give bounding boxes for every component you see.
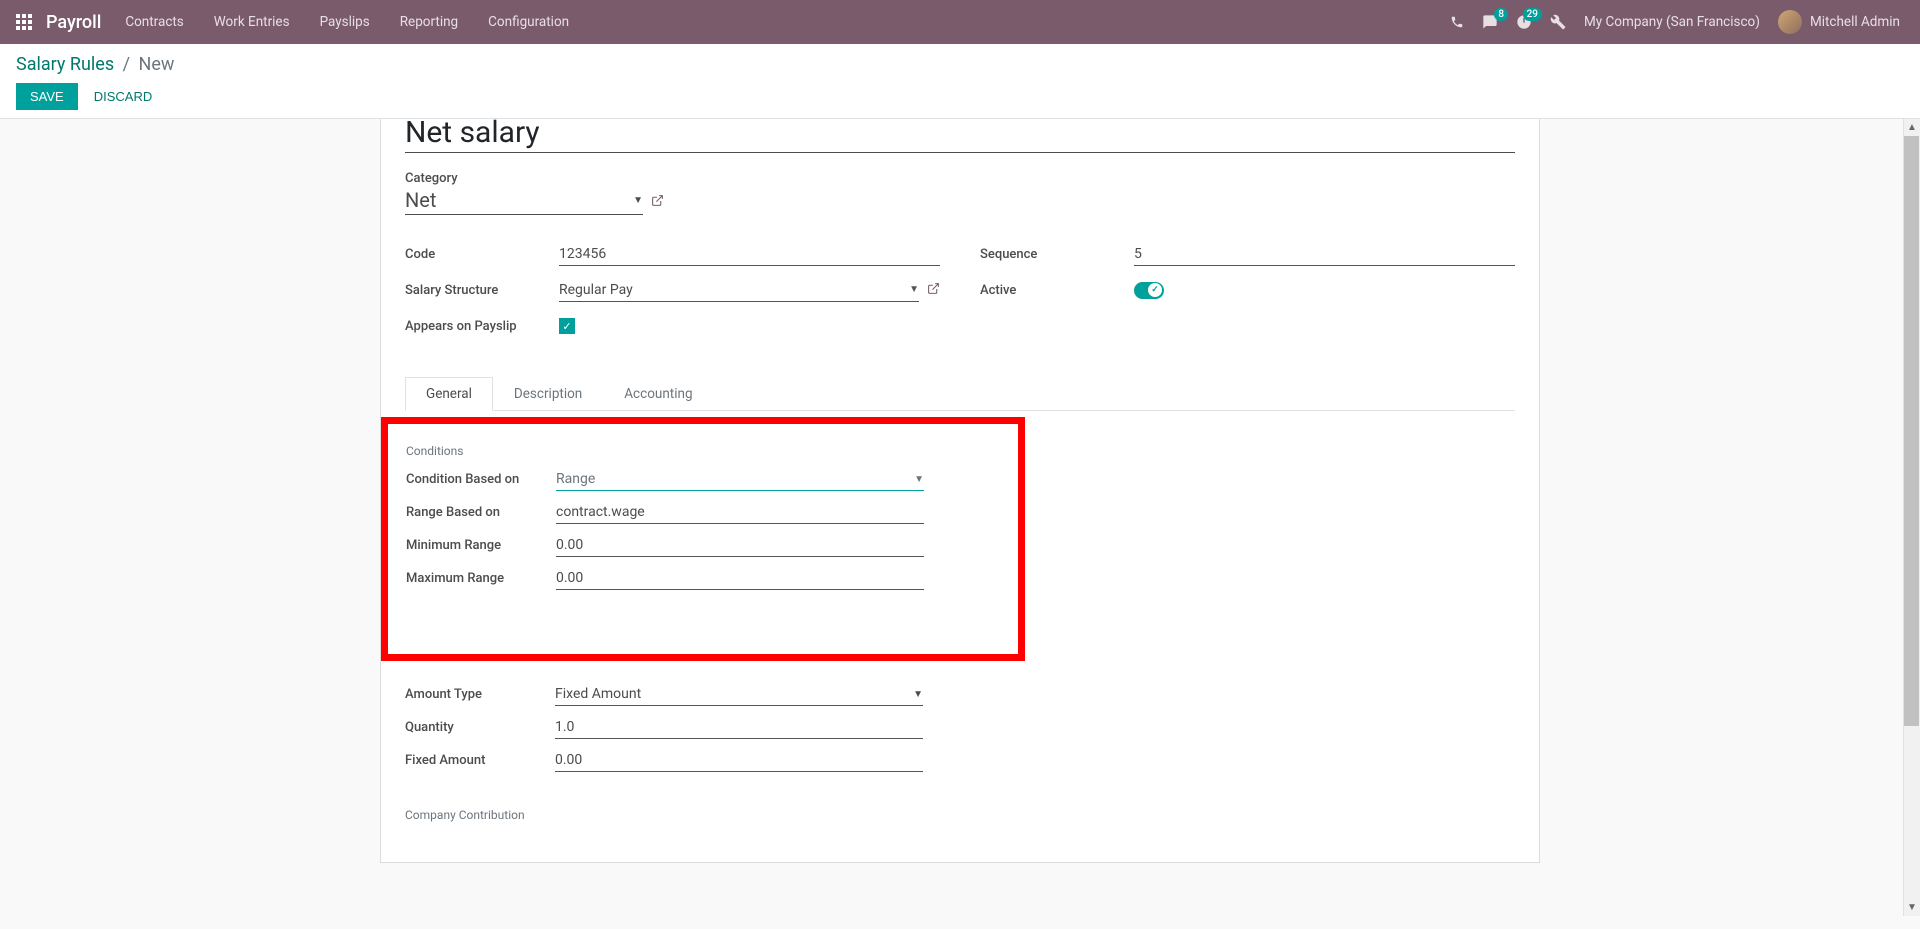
scrollbar-thumb[interactable]	[1904, 136, 1919, 726]
amount-type-select[interactable]: Fixed Amount ▼	[555, 683, 923, 706]
breadcrumb-parent[interactable]: Salary Rules	[16, 54, 114, 75]
messages-icon[interactable]: 8	[1482, 14, 1498, 30]
code-input[interactable]: 123456	[559, 243, 940, 266]
external-link-icon[interactable]	[927, 282, 940, 298]
active-toggle[interactable]	[1134, 282, 1164, 299]
top-navbar: Payroll Contracts Work Entries Payslips …	[0, 0, 1920, 44]
activities-badge: 29	[1523, 8, 1542, 21]
fixed-amount-label: Fixed Amount	[405, 753, 555, 768]
salary-structure-label: Salary Structure	[405, 283, 559, 298]
tab-general[interactable]: General	[405, 377, 493, 411]
maximum-range-input[interactable]: 0.00	[556, 567, 924, 590]
salary-structure-value: Regular Pay	[559, 282, 633, 298]
appears-payslip-label: Appears on Payslip	[405, 319, 559, 334]
nav-reporting[interactable]: Reporting	[400, 14, 458, 30]
conditions-section-title: Conditions	[406, 444, 1000, 458]
minimum-range-input[interactable]: 0.00	[556, 534, 924, 557]
chevron-down-icon: ▼	[909, 284, 919, 295]
scroll-up-arrow-icon[interactable]: ▲	[1904, 119, 1920, 136]
navbar-right: 8 29 My Company (San Francisco) Mitchell…	[1450, 10, 1920, 34]
tools-icon[interactable]	[1550, 14, 1566, 30]
sequence-label: Sequence	[980, 247, 1134, 262]
code-label: Code	[405, 247, 559, 262]
chevron-down-icon: ▼	[633, 195, 643, 206]
avatar-icon	[1778, 10, 1802, 34]
quantity-label: Quantity	[405, 720, 555, 735]
tab-description[interactable]: Description	[493, 377, 603, 410]
maximum-range-label: Maximum Range	[406, 571, 556, 586]
user-name: Mitchell Admin	[1810, 14, 1900, 30]
form-sheet: Net salary Category Net ▼	[380, 119, 1540, 863]
category-label: Category	[405, 171, 1515, 186]
nav-work-entries[interactable]: Work Entries	[214, 14, 290, 30]
salary-structure-select[interactable]: Regular Pay ▼	[559, 279, 919, 302]
breadcrumb-separator: /	[123, 54, 130, 75]
nav-payslips[interactable]: Payslips	[320, 14, 370, 30]
chevron-down-icon: ▼	[913, 689, 923, 700]
vertical-scrollbar[interactable]: ▲ ▼	[1903, 119, 1920, 916]
category-value: Net	[405, 188, 436, 212]
control-panel: Salary Rules / New SAVE DISCARD	[0, 44, 1920, 119]
external-link-icon[interactable]	[651, 194, 664, 210]
nav-contracts[interactable]: Contracts	[125, 14, 183, 30]
chevron-down-icon: ▼	[914, 474, 924, 485]
condition-based-on-select[interactable]: Range ▼	[556, 468, 924, 491]
condition-based-on-label: Condition Based on	[406, 472, 556, 487]
category-select[interactable]: Net ▼	[405, 188, 643, 215]
breadcrumb: Salary Rules / New	[16, 54, 1904, 75]
amount-type-label: Amount Type	[405, 687, 555, 702]
discard-button[interactable]: DISCARD	[90, 83, 157, 110]
conditions-highlight: Conditions Condition Based on Range ▼ Ra…	[381, 417, 1025, 661]
tab-accounting[interactable]: Accounting	[603, 377, 713, 410]
active-label: Active	[980, 283, 1134, 298]
nav-configuration[interactable]: Configuration	[488, 14, 569, 30]
activities-icon[interactable]: 29	[1516, 14, 1532, 30]
breadcrumb-current: New	[139, 54, 175, 75]
company-selector[interactable]: My Company (San Francisco)	[1584, 14, 1760, 30]
quantity-input[interactable]: 1.0	[555, 716, 923, 739]
apps-launcher-icon[interactable]	[10, 8, 38, 36]
app-title[interactable]: Payroll	[46, 12, 101, 33]
fixed-amount-input[interactable]: 0.00	[555, 749, 923, 772]
messages-badge: 8	[1494, 8, 1508, 21]
form-tabs: General Description Accounting	[405, 377, 1515, 411]
condition-based-on-value: Range	[556, 471, 595, 487]
save-button[interactable]: SAVE	[16, 83, 78, 110]
range-based-on-input[interactable]: contract.wage	[556, 501, 924, 524]
navbar-menu: Contracts Work Entries Payslips Reportin…	[125, 14, 1450, 30]
record-name-input[interactable]: Net salary	[405, 119, 1515, 153]
scroll-down-arrow-icon[interactable]: ▼	[1904, 899, 1920, 916]
minimum-range-label: Minimum Range	[406, 538, 556, 553]
user-menu[interactable]: Mitchell Admin	[1778, 10, 1900, 34]
company-contribution-section-title: Company Contribution	[405, 808, 1515, 822]
sequence-input[interactable]: 5	[1134, 243, 1515, 266]
range-based-on-label: Range Based on	[406, 505, 556, 520]
phone-icon[interactable]	[1450, 15, 1464, 29]
amount-type-value: Fixed Amount	[555, 686, 641, 702]
appears-payslip-checkbox[interactable]: ✓	[559, 318, 575, 334]
main-content-area: Net salary Category Net ▼	[0, 119, 1920, 916]
